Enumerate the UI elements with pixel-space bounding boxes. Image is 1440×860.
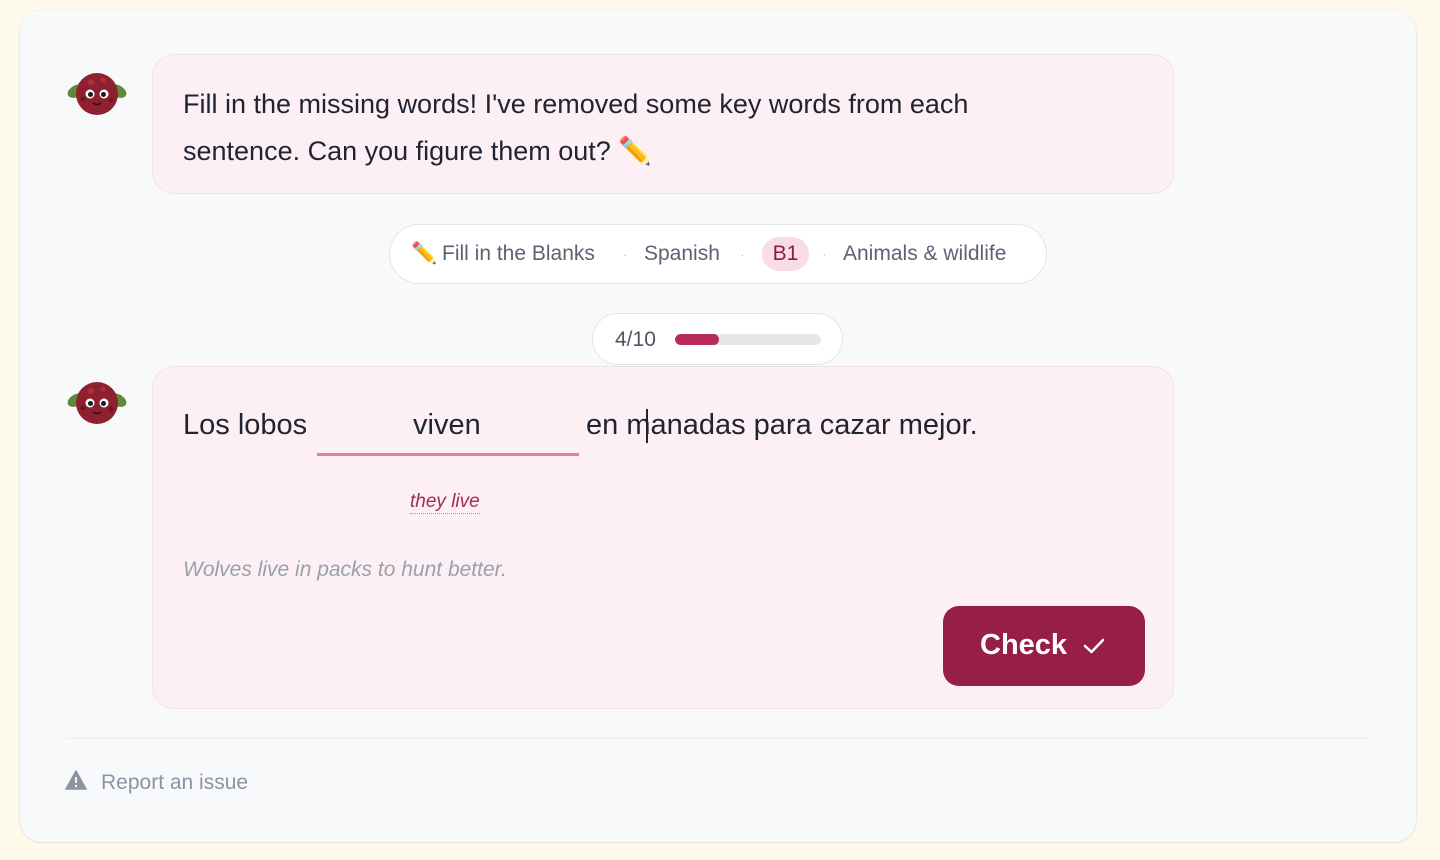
- footer-divider: [65, 738, 1371, 739]
- progress-indicator: 4/10: [592, 313, 843, 365]
- language-label: Spanish: [644, 242, 720, 265]
- mode-label: Fill in the Blanks: [442, 242, 595, 265]
- progress-track: [675, 334, 821, 345]
- exercise-info-pill: ✏️ Fill in the Blanks · Spanish · B1 · A…: [389, 224, 1047, 284]
- sentence-before-blank: Los lobos: [183, 409, 308, 441]
- check-button[interactable]: Check: [943, 606, 1145, 686]
- sentence-after-blank: en manadas para cazar mejor.: [586, 409, 978, 441]
- separator-dot: ·: [623, 246, 628, 262]
- topic-label: Animals & wildlife: [843, 242, 1007, 265]
- progress-count: 4/10: [615, 328, 656, 351]
- translation-text: Wolves live in packs to hunt better.: [183, 558, 507, 581]
- warning-icon: [65, 770, 87, 790]
- assistant-message: Fill in the missing words! I've removed …: [152, 54, 1174, 194]
- checkmark-icon: [1083, 638, 1105, 654]
- check-button-label: Check: [980, 629, 1068, 661]
- message-line-1: Fill in the missing words! I've removed …: [183, 89, 969, 119]
- report-issue-label: Report an issue: [101, 771, 249, 794]
- exercise-card: Los lobos viven en manadas para cazar me…: [152, 366, 1174, 709]
- mascot-avatar-icon: [67, 382, 127, 424]
- mascot-avatar-icon: [67, 73, 127, 115]
- separator-dot: ·: [822, 246, 827, 262]
- answer-value: viven: [413, 409, 481, 441]
- level-badge: B1: [762, 237, 809, 271]
- progress-fill: [675, 334, 719, 345]
- mode-icon: ✏️: [411, 242, 438, 265]
- answer-input[interactable]: viven: [317, 407, 648, 456]
- separator-dot: ·: [740, 246, 745, 262]
- message-line-2: sentence. Can you figure them out? ✏️: [183, 136, 652, 166]
- hint-text[interactable]: they live: [410, 491, 480, 514]
- chat-card: Fill in the missing words! I've removed …: [20, 10, 1416, 842]
